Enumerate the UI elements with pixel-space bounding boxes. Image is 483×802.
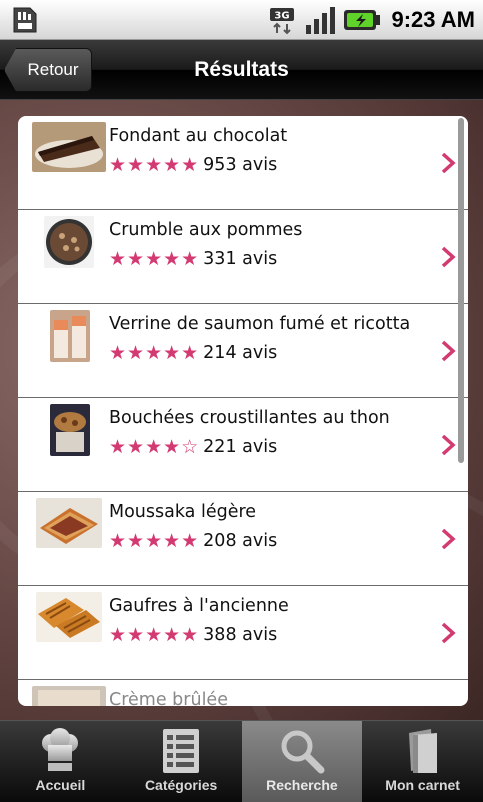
recipe-thumbnail — [36, 592, 102, 642]
tab-label: Mon carnet — [385, 777, 460, 793]
star-rating-icon: ★★★★★ — [109, 342, 200, 364]
battery-charging-icon — [344, 10, 381, 30]
chef-hat-icon — [42, 728, 79, 771]
recipe-thumbnail — [50, 310, 90, 362]
recipe-item[interactable]: Fondant au chocolat ★★★★★ 953 avis — [18, 116, 468, 210]
back-button[interactable]: Retour — [4, 48, 92, 92]
recipe-item[interactable]: Crumble aux pommes ★★★★★ 331 avis — [18, 210, 468, 304]
review-count: 208 avis — [203, 531, 278, 551]
recipe-thumbnail — [44, 216, 94, 268]
tab-label: Accueil — [35, 777, 86, 793]
review-count: 953 avis — [203, 155, 278, 175]
chevron-right-icon — [441, 340, 456, 362]
recipe-rating: ★★★★★ 214 avis — [109, 342, 277, 364]
search-icon — [281, 730, 325, 774]
recipe-title: Crème brûlée — [109, 690, 228, 706]
review-count: 214 avis — [203, 343, 278, 363]
tab-mon-carnet[interactable]: Mon carnet — [362, 721, 483, 802]
recipe-item[interactable]: Gaufres à l'ancienne ★★★★★ 388 avis — [18, 586, 468, 680]
recipe-item[interactable]: Crème brûlée — [18, 680, 468, 706]
recipe-rating: ★★★★☆ 221 avis — [109, 436, 277, 458]
star-rating-icon: ★★★★★ — [109, 248, 200, 270]
chevron-right-icon — [441, 622, 456, 644]
recipe-title: Moussaka légère — [109, 502, 257, 522]
star-rating-icon: ★★★★★ — [109, 154, 200, 176]
tab-categories[interactable]: Catégories — [121, 721, 242, 802]
recipe-item[interactable]: Verrine de saumon fumé et ricotta ★★★★★ … — [18, 304, 468, 398]
chevron-right-icon — [441, 246, 456, 268]
recipe-rating: ★★★★★ 208 avis — [109, 530, 277, 552]
title-bar: Retour Résultats — [0, 40, 483, 100]
signal-strength-icon — [306, 7, 336, 34]
recipe-title: Crumble aux pommes — [109, 220, 303, 240]
recipe-rating: ★★★★★ 331 avis — [109, 248, 277, 270]
book-icon — [408, 729, 437, 773]
star-rating-icon: ★★★★☆ — [109, 436, 200, 458]
tab-accueil[interactable]: Accueil — [0, 721, 121, 802]
status-bar: 3G 9:23 AM — [0, 0, 483, 40]
recipe-item[interactable]: Moussaka légère ★★★★★ 208 avis — [18, 492, 468, 586]
tab-label: Recherche — [266, 777, 338, 793]
clock: 9:23 AM — [391, 7, 475, 32]
recipe-thumbnail — [32, 686, 106, 706]
results-list[interactable]: Fondant au chocolat ★★★★★ 953 avis Crumb… — [18, 116, 468, 706]
recipe-item[interactable]: Bouchées croustillantes au thon ★★★★☆ 22… — [18, 398, 468, 492]
recipe-thumbnail — [36, 498, 102, 548]
recipe-title: Bouchées croustillantes au thon — [109, 408, 390, 428]
star-rating-icon: ★★★★★ — [109, 530, 200, 552]
chevron-right-icon — [441, 528, 456, 550]
star-rating-icon: ★★★★★ — [109, 624, 200, 646]
list-icon — [163, 729, 200, 773]
recipe-title: Fondant au chocolat — [109, 126, 288, 146]
chevron-right-icon — [441, 152, 456, 174]
recipe-title: Gaufres à l'ancienne — [109, 596, 289, 616]
tab-label: Catégories — [144, 777, 218, 793]
sd-card-notification-icon — [13, 7, 37, 33]
network-3g-icon: 3G — [270, 8, 295, 35]
bottom-tab-bar: Accueil Catégories Recherche Mon carnet — [0, 720, 483, 802]
recipe-rating: ★★★★★ 388 avis — [109, 624, 277, 646]
review-count: 388 avis — [203, 625, 278, 645]
recipe-thumbnail — [50, 404, 90, 456]
review-count: 221 avis — [203, 437, 278, 457]
recipe-title: Verrine de saumon fumé et ricotta — [109, 314, 411, 334]
scrollbar[interactable] — [458, 118, 464, 463]
chevron-right-icon — [441, 434, 456, 456]
recipe-thumbnail — [32, 122, 106, 172]
review-count: 331 avis — [203, 249, 278, 269]
network-type-label: 3G — [275, 11, 290, 22]
recipe-rating: ★★★★★ 953 avis — [109, 154, 277, 176]
tab-recherche[interactable]: Recherche — [241, 721, 363, 802]
